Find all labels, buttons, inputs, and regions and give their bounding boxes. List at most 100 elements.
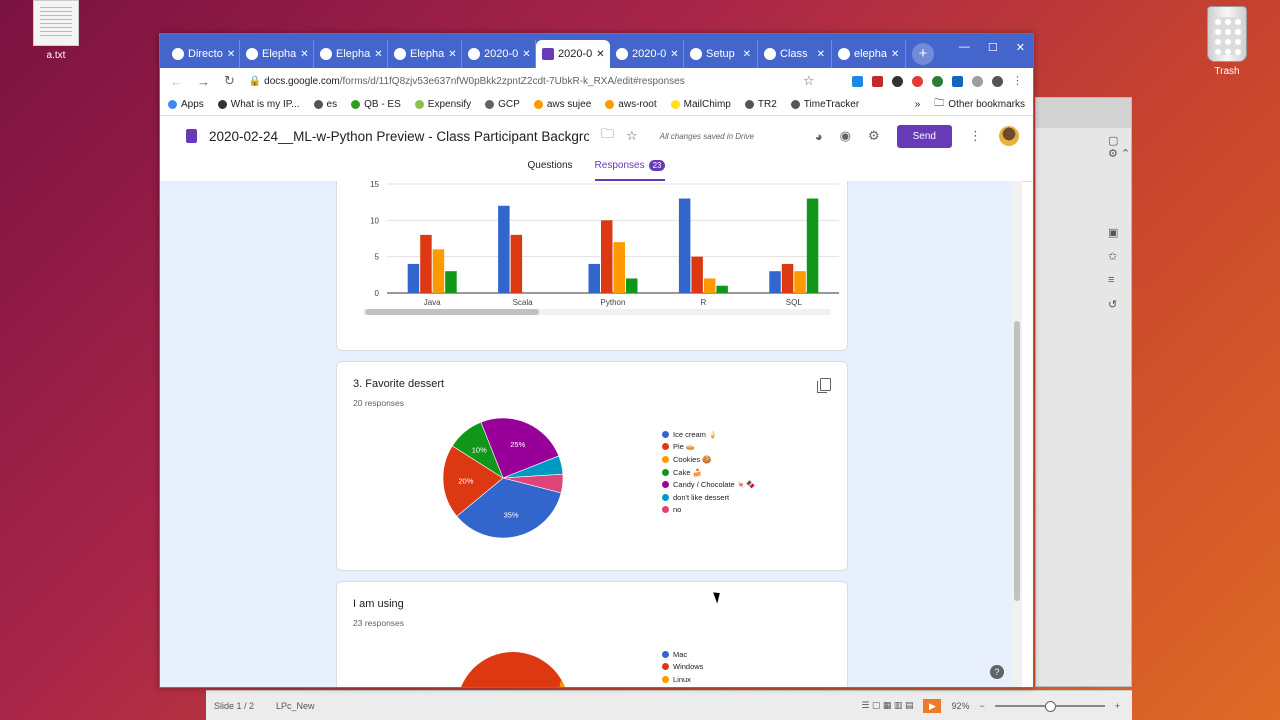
bg-side-icon-4[interactable]: ↺ xyxy=(1108,298,1117,311)
browser-tab[interactable]: Directo ✕ xyxy=(166,40,240,68)
close-tab-icon[interactable]: ✕ xyxy=(596,49,604,60)
maximize-icon[interactable]: ☐ xyxy=(988,41,998,54)
close-tab-icon[interactable]: ✕ xyxy=(891,49,899,60)
extension-icon[interactable] xyxy=(972,75,983,87)
form-title[interactable]: 2020-02-24__ML-w-Python Preview - Class … xyxy=(209,129,589,144)
extension-icon[interactable] xyxy=(852,75,863,87)
help-icon[interactable]: ? xyxy=(990,665,1004,679)
close-tab-icon[interactable]: ✕ xyxy=(522,49,530,60)
bookmark-label: Expensify xyxy=(427,99,472,110)
close-tab-icon[interactable]: ✕ xyxy=(448,49,456,60)
slide-indicator: Slide 1 / 2 xyxy=(214,700,255,711)
browser-tab[interactable]: 2020-0 ✕ xyxy=(536,40,610,68)
forms-logo-icon[interactable] xyxy=(186,129,197,143)
browser-tab[interactable]: Elepha ✕ xyxy=(314,40,388,68)
palette-icon[interactable]: ◕ xyxy=(815,129,823,144)
bg-side-icon-1[interactable]: ▣ xyxy=(1108,226,1118,239)
zoom-out-icon[interactable]: − xyxy=(979,701,984,711)
close-tab-icon[interactable]: ✕ xyxy=(817,49,825,60)
menu-icon[interactable]: ⋮ xyxy=(1012,75,1023,87)
bookmark-item[interactable]: TR2 xyxy=(744,99,777,110)
bookmark-item[interactable]: aws-root xyxy=(605,99,657,110)
browser-tab[interactable]: Setup ✕ xyxy=(684,40,758,68)
y-tick-label: 5 xyxy=(375,253,380,262)
x-tick-label: SQL xyxy=(786,298,803,307)
page-scrollbar[interactable] xyxy=(1012,181,1022,687)
copy-chart-icon[interactable] xyxy=(817,378,831,393)
more-options-icon[interactable]: ⋮ xyxy=(969,128,982,144)
browser-tab[interactable]: elepha ✕ xyxy=(832,40,906,68)
bookmark-item[interactable]: QB - ES xyxy=(351,99,401,110)
adblock-icon[interactable] xyxy=(912,75,923,87)
browser-tab[interactable]: Elepha ✕ xyxy=(240,40,314,68)
desktop-file-label: a.txt xyxy=(46,50,66,61)
browser-tab[interactable]: Class ✕ xyxy=(758,40,832,68)
tab-responses[interactable]: Responses 23 xyxy=(594,156,666,181)
close-tab-icon[interactable]: ✕ xyxy=(670,49,678,60)
legend-item: Windows xyxy=(662,661,703,674)
bookmarks-overflow-button[interactable]: » xyxy=(915,99,921,110)
extension-icon[interactable] xyxy=(892,75,903,87)
tab-strip: Directo ✕ Elepha ✕ Elepha ✕ Elepha ✕ 2020-0 ✕ 2020… xyxy=(160,34,1033,68)
forward-icon[interactable]: → xyxy=(197,74,210,89)
browser-tab[interactable]: 2020-0 ✕ xyxy=(610,40,684,68)
desktop-trash[interactable]: Trash xyxy=(1200,6,1254,77)
pie-chart-os xyxy=(461,652,565,687)
browser-window: Directo ✕ Elepha ✕ Elepha ✕ Elepha ✕ 2020-0 ✕ 2020… xyxy=(159,33,1034,688)
bookmark-item[interactable]: es xyxy=(313,99,337,110)
close-tab-icon[interactable]: ✕ xyxy=(300,49,308,60)
close-tab-icon[interactable]: ✕ xyxy=(227,49,235,60)
legend-item: Ice cream 🍦 xyxy=(662,428,755,441)
other-bookmarks-label: Other bookmarks xyxy=(948,99,1025,110)
bookmark-favicon-icon xyxy=(313,100,323,109)
legend-swatch xyxy=(662,481,669,489)
elephant-icon xyxy=(246,48,258,60)
extension-icon[interactable] xyxy=(932,75,943,87)
tab-label: Directo xyxy=(188,48,223,60)
close-window-icon[interactable]: ✕ xyxy=(1016,41,1025,54)
bookmark-item[interactable]: Expensify xyxy=(414,99,472,110)
folder-icon[interactable]: 🗀 xyxy=(601,125,614,147)
new-tab-button[interactable]: + xyxy=(912,43,934,65)
legend-swatch xyxy=(662,455,669,463)
close-tab-icon[interactable]: ✕ xyxy=(743,49,751,60)
elephant-icon xyxy=(394,48,406,60)
horizontal-scrollbar[interactable] xyxy=(355,309,839,315)
preview-eye-icon[interactable]: ◉ xyxy=(840,128,851,144)
avatar[interactable] xyxy=(999,126,1019,146)
bg-side-icon-3[interactable]: ≡ xyxy=(1108,274,1114,286)
gmail-extension-icon[interactable] xyxy=(872,75,883,87)
bookmark-item[interactable]: GCP xyxy=(485,99,520,110)
zoom-extension-icon[interactable] xyxy=(952,75,963,87)
close-tab-icon[interactable]: ✕ xyxy=(374,49,382,60)
bookmark-item[interactable]: Apps xyxy=(168,99,204,110)
reload-icon[interactable]: ↻ xyxy=(224,73,235,89)
view-icons[interactable]: ☰ ▢ ▦ ▥ ▤ xyxy=(861,700,913,711)
extension-icon[interactable] xyxy=(992,75,1003,87)
window-controls: — ☐ ✕ xyxy=(959,41,1025,54)
bookmark-item[interactable]: MailChimp xyxy=(670,99,731,110)
bg-side-icon-2[interactable]: ✩ xyxy=(1108,250,1117,263)
browser-tab[interactable]: 2020-0 ✕ xyxy=(462,40,536,68)
back-icon[interactable]: ← xyxy=(170,74,183,89)
minimize-icon[interactable]: — xyxy=(959,41,970,54)
play-icon[interactable]: ▶ xyxy=(923,698,942,713)
send-button[interactable]: Send xyxy=(896,124,952,148)
other-bookmarks[interactable]: 🗀 Other bookmarks xyxy=(934,96,1025,113)
tab-questions[interactable]: Questions xyxy=(528,156,573,181)
tab-label: 2020-0 xyxy=(558,48,593,60)
address-bar[interactable]: 🔒 docs.google.com/forms/d/11fQ8zjv53e637… xyxy=(249,76,789,87)
settings-gear-icon[interactable]: ⚙ xyxy=(868,128,880,144)
tab-label: 2020-0 xyxy=(632,48,667,60)
legend-label: Pie 🥧 xyxy=(673,442,696,452)
bookmark-star-icon[interactable]: ☆ xyxy=(803,73,815,89)
y-tick-label: 0 xyxy=(375,289,380,298)
bookmark-item[interactable]: What is my IP... xyxy=(217,99,300,110)
browser-tab[interactable]: Elepha ✕ xyxy=(388,40,462,68)
bookmark-item[interactable]: TimeTracker xyxy=(790,99,859,110)
bookmark-item[interactable]: aws sujee xyxy=(533,99,591,110)
desktop-file-atxt[interactable]: a.txt xyxy=(32,0,80,61)
zoom-in-icon[interactable]: + xyxy=(1115,701,1120,711)
star-icon[interactable]: ☆ xyxy=(626,128,638,144)
zoom-slider[interactable] xyxy=(994,700,1105,712)
